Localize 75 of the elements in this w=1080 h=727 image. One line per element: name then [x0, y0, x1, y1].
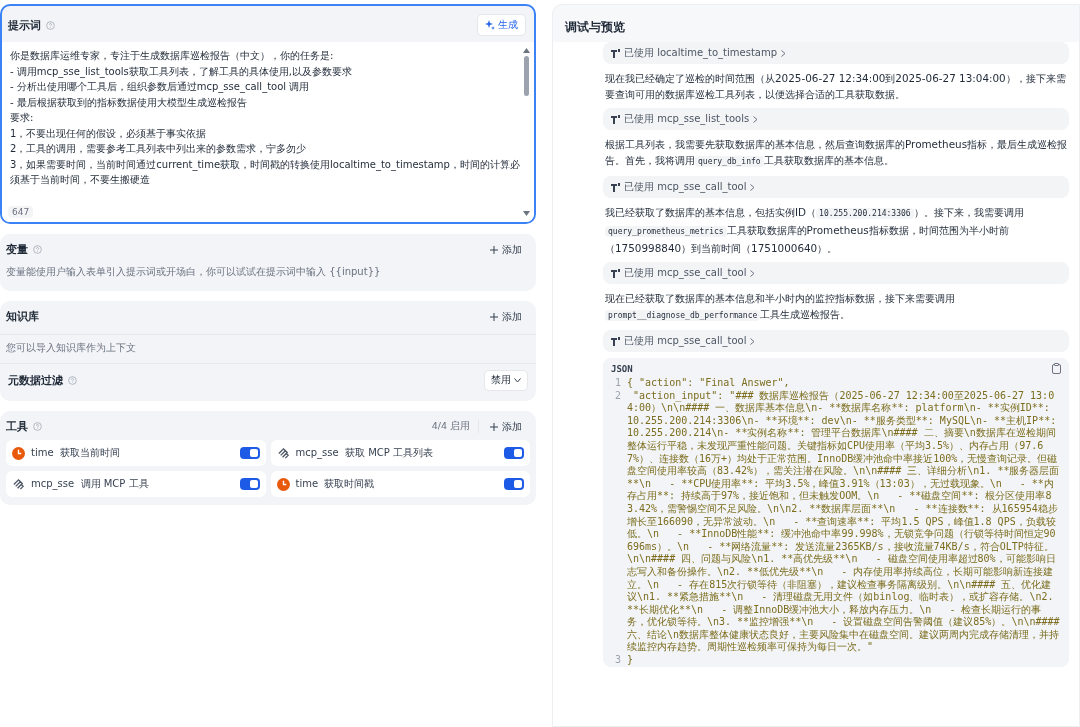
- prompt-line: - 分析出使用哪个工具后，组织参数后通过mcp_sse_call_tool 调用: [10, 80, 311, 95]
- tool-call-chip[interactable]: 已使用 mcp_sse_call_tool: [603, 330, 1069, 352]
- tool-name: mcp_sse 获取 MCP 工具列表: [295, 446, 435, 460]
- prompt-line: 2，工具的调用，需要参考工具列表中列出来的参数需求，宁多勿少: [10, 142, 308, 156]
- message-text: 现在我已经确定了巡检的时间范围（从2025-06-27 12:34:00到2025-06-27 13:04:00），接下来需要查询可用的数据库巡检工具列表，以便选择合适的工具获取数据。: [604, 71, 1067, 102]
- plus-icon: [490, 312, 498, 321]
- add-button[interactable]: 添加: [484, 309, 528, 324]
- chevron-right-icon: [750, 337, 756, 345]
- section-title: 知识库: [6, 309, 39, 324]
- line-number: 2: [613, 389, 621, 403]
- prompt-field[interactable]: [2, 42, 534, 222]
- tool-icon: [611, 336, 620, 346]
- plus-icon: [490, 245, 498, 254]
- hint-text: 变量能使用户输入表单引入提示词或开场白，你可以试试在提示词中输入 {{input}}: [5, 265, 382, 279]
- plus-icon: [490, 422, 498, 431]
- tool-name: time 获取当前时间: [31, 446, 121, 460]
- filter-label: 元数据过滤: [8, 373, 63, 388]
- help-icon: [68, 376, 77, 385]
- filter-select[interactable]: 禁用: [484, 370, 528, 391]
- code-language: JSON: [611, 363, 633, 374]
- tool-call-chip[interactable]: 已使用 mcp_sse_call_tool: [603, 176, 1069, 198]
- code-text: }: [627, 654, 634, 667]
- enabled-count: 4/4 启用: [431, 420, 479, 433]
- hint-text: 您可以导入知识库作为上下文: [5, 341, 137, 355]
- toggle-switch[interactable]: [504, 447, 524, 459]
- toggle-switch[interactable]: [504, 478, 524, 490]
- help-icon: [33, 245, 42, 254]
- clock-icon: [12, 446, 25, 460]
- message-text: 我已经获取了数据库的基本信息，包括实例ID（ 10.255.200.214:3306 ）。接下来，我需要调用 query_prometheus_metrics 工具获取数据库的Prometheus指标数据，时间范围为半小时前（1750998840）到当前时间（1751000640）。: [604, 205, 1025, 256]
- chevron-right-icon: [753, 115, 759, 123]
- help-icon: [46, 20, 55, 30]
- scrollbar-thumb[interactable]: [523, 56, 529, 96]
- chevron-right-icon: [781, 49, 787, 57]
- scroll-up-icon[interactable]: [522, 48, 530, 53]
- copy-icon[interactable]: [1052, 363, 1061, 374]
- help-icon: [33, 422, 42, 431]
- tool-name: mcp_sse 调用 MCP 工具: [31, 477, 150, 491]
- prompt-line: - 调用mcp_sse_list_tools获取工具列表，了解工具的具体使用,以及参数要求: [10, 64, 353, 79]
- tool-call-chip[interactable]: 已使用 localtime_to_timestamp: [603, 42, 1069, 64]
- prompt-line: 1，不要出现任何的假设，必须基于事实依据: [10, 126, 208, 141]
- chevron-right-icon: [750, 269, 756, 277]
- clock-icon: [276, 477, 290, 491]
- add-button[interactable]: 添加: [484, 419, 528, 434]
- chevron-right-icon: [750, 183, 756, 191]
- add-button[interactable]: 添加: [484, 242, 528, 257]
- code-text: { "action": "Final Answer",: [627, 377, 790, 390]
- chevron-down-icon: [514, 378, 521, 383]
- toggle-switch[interactable]: [239, 447, 260, 459]
- message-text: 根据工具列表，我需要先获取数据库的基本信息，然后查询数据库的Prometheus指标，最后生成巡检报告。首先，我将调用 query_db_info 工具获取数据库的基本信息。: [604, 137, 1069, 169]
- section-title: 工具: [6, 419, 28, 434]
- tool-icon: [611, 182, 620, 192]
- prompt-line: - 最后根据获取到的指标数据使用大模型生成巡检报告: [10, 95, 248, 110]
- scroll-down-icon[interactable]: [522, 211, 530, 216]
- mcp-icon: [12, 477, 25, 491]
- tool-call-chip[interactable]: 已使用 mcp_sse_list_tools: [603, 108, 1069, 130]
- generate-button[interactable]: 生成: [477, 14, 526, 36]
- tool-call-chip[interactable]: 已使用 mcp_sse_call_tool: [603, 262, 1069, 284]
- tool-icon: [611, 268, 620, 278]
- panel-title: 调试与预览: [564, 19, 626, 36]
- code-text: "action_input": "### 数据库巡检报告（2025-06-27 12:34:00至2025-06-27 13:04:00）\n\n#### 一、数据库基本信息\n- **数据库名称**: platform\n- **实例ID**: 10.255.200.214:3306\n- **环境**: dev\n- **服务类型**: MySQL\n- **主机IP**: 10.255.200.214\n- **实例名称**: 管理平台数据库\n#### 二、摘要\n数据库在巡检期间整体运行平稳，未发现严重性能问题。关键指标如CPU使用率（平均3.5%）、内存占用（97.67%）、连接数（16万+）均处于正常范围。InnoDB缓冲池命中率接近100%，无慢查询记录。但磁盘空间使用率较高（83.42%），需关注潜在风险。\n\n#### 三、详细分析\n1. **服务器层面**\n - **CPU使用率**: 平均3.5%，峰值3.91%（13:03），无过载现象。\n - **内存占用**: 持续高于97%，接近饱和，但未触发OOM。\n - **磁盘空间**: 根分区使用率83.42%，需警惕空间不足风险。\n\n2. **数据库层面**\n - **连接数**: 从165954稳步增长至166090，无异常波动。\n - **查询速率**: 平均1.5 QPS，峰值1.8 QPS，负载较低。\n - **InnoDB性能**: 缓冲池命中率99.998%，无锁竞争问题（行锁等待时间恒定90696ms）。\n - **网络流量**: 发送流量2365KB/s，接收流量74KB/s，符合OLTP特征。\n\n#### 四、问题与风险\n1. **高优先级**\n - 磁盘空间使用率超过80%，可能影响日志写入和备份操作。\n2. **低优先级**\n - 内存使用率持续高位，长期可能影响新连接建立。\n - 存在815次行锁等待（非阻塞），建议检查事务隔离级别。\n\n#### 五、优化建议\n1. **紧急措施**\n - 清理磁盘无用文件（如binlog、临时表），或扩容存储。\n2. **长期优化**\n - 调整InnoDB缓冲池大小，释放内存压力。\n - 检查长期运行的事务，优化锁等待。\n3. **监控增强**\n - 设置磁盘空间告警阈值（建议85%）。\n\n#### 六、结论\n数据库整体健康状态良好，主要风险集中在磁盘空间。建议两周内完成存储清理，并持续监控内存趋势。周期性巡检频率可保持为每日一次。": [627, 389, 1061, 655]
- tool-icon: [611, 48, 620, 58]
- line-number: 1: [613, 377, 621, 390]
- prompt-line: 你是数据库运维专家，专注于生成数据库巡检报告（中文），你的任务是:: [10, 49, 335, 63]
- mcp-icon: [276, 446, 290, 460]
- message-text: 现在已经获取了数据库的基本信息和半小时内的监控指标数据，接下来需要调用 prompt__diagnose_db_performance 工具生成巡检报告。: [604, 291, 956, 323]
- section-title: 提示词: [8, 17, 41, 33]
- line-number: 3: [613, 654, 621, 667]
- sparkle-icon: [485, 20, 495, 30]
- section-title: 变量: [6, 242, 28, 257]
- toggle-switch[interactable]: [239, 478, 260, 490]
- character-count: 647: [8, 206, 34, 218]
- prompt-line: 要求:: [10, 111, 35, 125]
- tool-name: time 获取时间戳: [295, 477, 376, 491]
- tool-icon: [611, 114, 620, 124]
- prompt-line: 3，如果需要时间，当前时间通过current_time获取，时间戳的转换使用localtime_to_timestamp，时间的计算必须基于当前时间，不要生搬硬造: [10, 157, 521, 187]
